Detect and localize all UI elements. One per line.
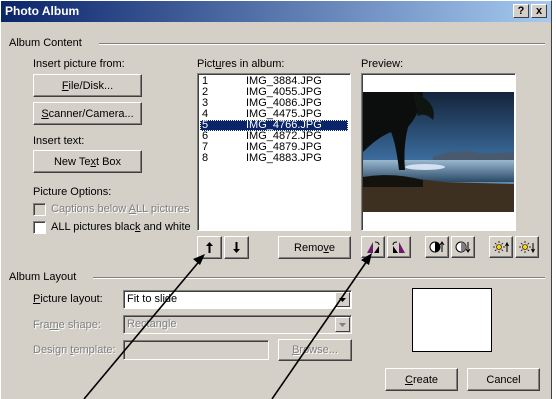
rotate-right-button[interactable]: [387, 236, 411, 258]
preview-photo: [363, 92, 514, 212]
rotate-right-icon: [392, 241, 405, 253]
contrast-down-icon: [455, 241, 471, 253]
rotate-left-icon: [367, 241, 380, 253]
file-disk-button[interactable]: File/Disk...: [33, 74, 142, 97]
design-template-label: Design template:: [33, 344, 116, 356]
title-bar[interactable]: Photo Album ? x: [1, 1, 551, 22]
pictures-in-album-label: Pictures in album:: [197, 58, 285, 70]
picture-options-label: Picture Options:: [33, 186, 112, 198]
frame-shape-dropdown-button[interactable]: [335, 317, 350, 332]
captions-label: Captions below ALL pictures: [51, 203, 190, 215]
design-template-field[interactable]: [123, 340, 269, 360]
move-up-button[interactable]: [197, 236, 222, 259]
photo-album-dialog: Photo Album ? x Album Content Insert pic…: [0, 0, 552, 399]
less-brightness-button[interactable]: [515, 236, 539, 258]
album-content-divider: [99, 43, 545, 45]
picture-layout-select[interactable]: Fit to slide: [123, 290, 352, 309]
chevron-down-icon: [339, 297, 346, 302]
list-item[interactable]: 8 IMG_4883.JPG: [200, 153, 348, 164]
pictures-listbox[interactable]: 1 IMG_3884.JPG 2 IMG_4055.JPG 3 IMG_4086.JP…: [197, 73, 351, 231]
frame-shape-value: Rectangle: [127, 318, 177, 330]
cancel-button[interactable]: Cancel: [467, 368, 540, 391]
new-text-box-button[interactable]: New Te x t Box: [33, 150, 142, 173]
more-contrast-button[interactable]: [425, 236, 449, 258]
insert-picture-from-label: Insert picture from:: [33, 58, 125, 70]
scanner-camera-button[interactable]: Scanner/Camera...: [33, 102, 142, 125]
picture-layout-value: Fit to slide: [127, 293, 178, 305]
help-button[interactable]: ?: [513, 4, 529, 18]
picture-layout-dropdown-button[interactable]: [335, 292, 350, 307]
browse-button[interactable]: Browse...: [278, 339, 352, 361]
preview-label: Preview:: [361, 58, 404, 70]
preview-pane: [361, 73, 516, 231]
insert-text-label: Insert text:: [33, 135, 85, 147]
brightness-down-icon: [519, 241, 535, 254]
brightness-up-icon: [493, 241, 509, 253]
down-arrow-icon: [233, 242, 240, 253]
move-down-button[interactable]: [224, 236, 249, 259]
picture-layout-label: Picture layout:: [33, 293, 103, 305]
frame-shape-label: Frame shape:: [33, 319, 101, 331]
layout-preview-box: [412, 288, 492, 352]
chevron-down-icon: [339, 322, 346, 327]
captions-checkbox[interactable]: [33, 203, 46, 216]
less-contrast-button[interactable]: [451, 236, 475, 258]
up-arrow-icon: [206, 242, 213, 253]
black-and-white-label: ALL pictures black and white: [51, 221, 191, 233]
more-brightness-button[interactable]: [489, 236, 513, 258]
contrast-up-icon: [429, 241, 445, 253]
window-title: Photo Album: [5, 4, 80, 18]
frame-shape-select[interactable]: Rectangle: [123, 315, 352, 334]
close-button[interactable]: x: [531, 4, 547, 18]
black-and-white-checkbox[interactable]: [33, 221, 46, 234]
album-layout-divider: [93, 277, 545, 279]
album-layout-group-label: Album Layout: [9, 271, 77, 283]
rotate-left-button[interactable]: [361, 236, 385, 258]
album-content-group-label: Album Content: [9, 37, 82, 49]
remove-button[interactable]: Remo v e: [278, 236, 351, 259]
create-button[interactable]: Create: [385, 368, 458, 391]
